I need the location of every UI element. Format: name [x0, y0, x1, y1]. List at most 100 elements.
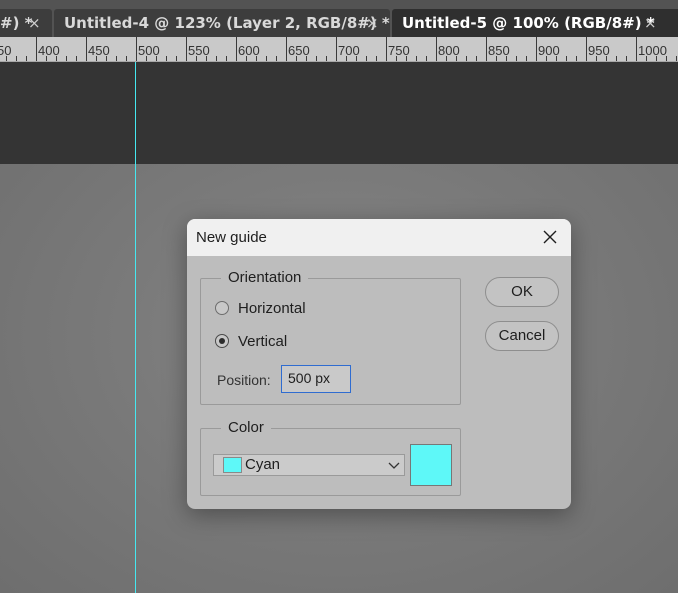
- guide-line[interactable]: [135, 62, 136, 593]
- ruler-major-tick: [186, 37, 187, 61]
- color-swatch-preview[interactable]: [410, 444, 452, 486]
- vertical-label: Vertical: [238, 332, 288, 350]
- ruler-minor-tick: [596, 56, 597, 61]
- ruler-minor-tick: [196, 56, 197, 61]
- ruler-minor-tick: [106, 56, 107, 61]
- ruler-major-tick: [486, 37, 487, 61]
- ruler-minor-tick: [346, 56, 347, 61]
- ruler-minor-tick: [576, 56, 577, 61]
- ruler-major-tick: [436, 37, 437, 61]
- ruler-minor-tick: [516, 56, 517, 61]
- ruler-minor-tick: [506, 56, 507, 61]
- ruler-minor-tick: [216, 56, 217, 61]
- ruler-minor-tick: [276, 56, 277, 61]
- ruler-minor-tick: [416, 56, 417, 61]
- position-input[interactable]: 500 px: [281, 365, 351, 393]
- ruler-minor-tick: [466, 56, 467, 61]
- color-select[interactable]: Cyan: [213, 454, 405, 476]
- close-icon[interactable]: ×: [366, 9, 379, 37]
- ruler-major-tick: [536, 37, 537, 61]
- ruler-label: 1000: [638, 43, 667, 58]
- ruler-minor-tick: [156, 56, 157, 61]
- ruler-minor-tick: [306, 56, 307, 61]
- ruler-major-tick: [586, 37, 587, 61]
- pasteboard-area: [0, 62, 678, 164]
- tab-label: Untitled-4 @ 123% (Layer 2, RGB/8#) *: [64, 14, 390, 32]
- ok-button[interactable]: OK: [485, 277, 559, 307]
- ruler-minor-tick: [26, 56, 27, 61]
- ruler-minor-tick: [46, 56, 47, 61]
- ruler-minor-tick: [166, 56, 167, 61]
- document-tab-untitled-4[interactable]: Untitled-4 @ 123% (Layer 2, RGB/8#) * ×: [54, 9, 390, 37]
- cancel-button[interactable]: Cancel: [485, 321, 559, 351]
- color-swatch-small: [223, 457, 242, 473]
- ruler-minor-tick: [116, 56, 117, 61]
- ruler-major-tick: [386, 37, 387, 61]
- ruler-minor-tick: [176, 56, 177, 61]
- ruler-minor-tick: [296, 56, 297, 61]
- ruler-major-tick: [36, 37, 37, 61]
- tab-label: Untitled-5 @ 100% (RGB/8#) *: [402, 14, 655, 32]
- ruler-minor-tick: [356, 56, 357, 61]
- ruler-minor-tick: [396, 56, 397, 61]
- ruler-minor-tick: [456, 56, 457, 61]
- ruler-minor-tick: [626, 56, 627, 61]
- ruler-minor-tick: [606, 56, 607, 61]
- horizontal-label: Horizontal: [238, 299, 306, 317]
- ruler-major-tick: [336, 37, 337, 61]
- ruler-minor-tick: [16, 56, 17, 61]
- ruler-minor-tick: [476, 56, 477, 61]
- close-icon[interactable]: ×: [644, 9, 657, 37]
- position-label: Position:: [217, 372, 271, 388]
- close-icon[interactable]: ×: [28, 9, 41, 37]
- ruler-minor-tick: [446, 56, 447, 61]
- vertical-radio[interactable]: [215, 334, 229, 348]
- ruler-minor-tick: [256, 56, 257, 61]
- ruler-minor-tick: [56, 56, 57, 61]
- ruler-minor-tick: [376, 56, 377, 61]
- orientation-legend: Orientation: [221, 269, 309, 286]
- ruler-minor-tick: [546, 56, 547, 61]
- ruler-minor-tick: [66, 56, 67, 61]
- ruler-minor-tick: [96, 56, 97, 61]
- chevron-down-icon: [388, 462, 400, 469]
- vertical-option[interactable]: Vertical: [215, 331, 287, 351]
- color-select-value: Cyan: [245, 456, 281, 473]
- close-icon[interactable]: [542, 229, 558, 245]
- horizontal-option[interactable]: Horizontal: [215, 298, 306, 318]
- ruler-major-tick: [136, 37, 137, 61]
- ruler-minor-tick: [566, 56, 567, 61]
- ruler-minor-tick: [556, 56, 557, 61]
- ruler-minor-tick: [496, 56, 497, 61]
- ruler-minor-tick: [646, 56, 647, 61]
- ruler-major-tick: [86, 37, 87, 61]
- orientation-group: Orientation Horizontal Vertical Position…: [200, 269, 461, 405]
- ruler-minor-tick: [246, 56, 247, 61]
- ruler-minor-tick: [316, 56, 317, 61]
- ruler-minor-tick: [426, 56, 427, 61]
- horizontal-radio[interactable]: [215, 301, 229, 315]
- document-tab-bar: #) * × Untitled-4 @ 123% (Layer 2, RGB/8…: [0, 0, 678, 37]
- new-guide-dialog: New guide Orientation Horizontal Vertica…: [187, 219, 571, 509]
- ruler-minor-tick: [676, 56, 677, 61]
- dialog-title: New guide: [196, 229, 267, 246]
- color-legend: Color: [221, 419, 271, 436]
- ruler-minor-tick: [206, 56, 207, 61]
- document-tab-1[interactable]: #) * ×: [0, 9, 52, 37]
- ruler-minor-tick: [526, 56, 527, 61]
- ruler-minor-tick: [146, 56, 147, 61]
- document-tab-untitled-5[interactable]: Untitled-5 @ 100% (RGB/8#) * ×: [392, 9, 678, 37]
- ruler-major-tick: [636, 37, 637, 61]
- ruler-minor-tick: [656, 56, 657, 61]
- ruler-minor-tick: [366, 56, 367, 61]
- ruler-minor-tick: [266, 56, 267, 61]
- dialog-title-bar[interactable]: New guide: [187, 219, 571, 256]
- ruler-minor-tick: [226, 56, 227, 61]
- ruler-minor-tick: [666, 56, 667, 61]
- ruler-minor-tick: [6, 56, 7, 61]
- ruler-minor-tick: [406, 56, 407, 61]
- ruler-major-tick: [286, 37, 287, 61]
- horizontal-ruler[interactable]: 5040045050055060065070075080085090095010…: [0, 37, 678, 62]
- ruler-minor-tick: [126, 56, 127, 61]
- color-group: Color Cyan: [200, 419, 461, 496]
